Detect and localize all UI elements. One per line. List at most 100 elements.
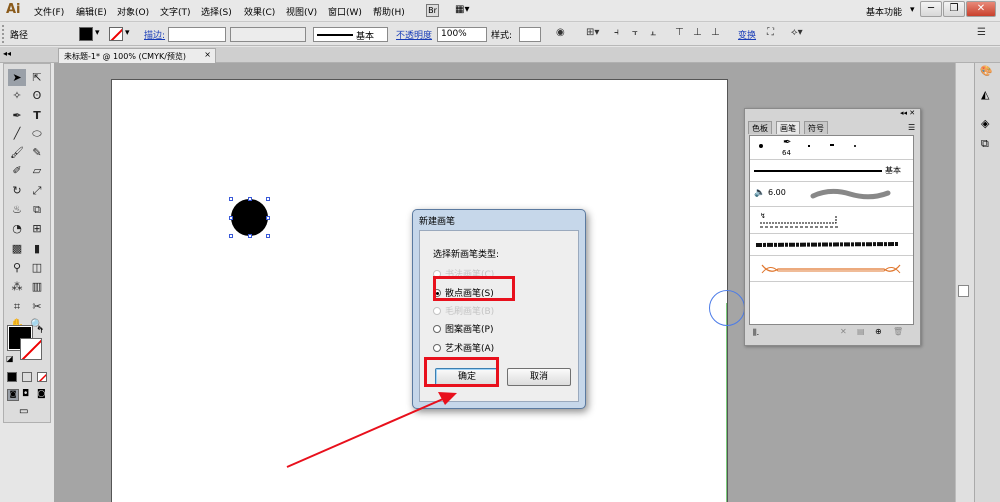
options-icon[interactable]: ▤ bbox=[857, 327, 865, 336]
art-brush-row[interactable]: 🔈 6.00 bbox=[750, 182, 913, 207]
chevron-down-icon[interactable]: ▾ bbox=[95, 28, 100, 38]
align-right-icon[interactable]: ⫠ bbox=[650, 27, 656, 38]
stroke-link[interactable]: 描边: bbox=[144, 28, 165, 41]
paintbrush-icon[interactable]: 🖌 bbox=[8, 144, 26, 161]
document-tab[interactable]: 未标题-1* @ 100% (CMYK/预览) × bbox=[58, 48, 216, 63]
brush-dot-icon[interactable] bbox=[830, 144, 834, 146]
brush-dot-icon[interactable] bbox=[808, 145, 810, 147]
bridge-icon[interactable]: Br bbox=[426, 4, 439, 17]
selection-handle[interactable] bbox=[229, 216, 233, 220]
draw-inside-icon[interactable]: ◙ bbox=[37, 389, 46, 399]
eyedropper-icon[interactable]: ⚲ bbox=[8, 259, 26, 276]
draw-normal-icon[interactable]: ◙ bbox=[7, 389, 19, 401]
pattern-brush-option[interactable]: 图案画笔(P) bbox=[433, 322, 493, 335]
tab-swatches[interactable]: 色板 bbox=[748, 121, 772, 134]
basic-brush-row[interactable]: 基本 bbox=[750, 160, 913, 182]
align-selection-icon[interactable]: ⊞▾ bbox=[586, 27, 599, 38]
selected-circle-shape[interactable] bbox=[231, 199, 268, 236]
isolate-icon[interactable]: ⛶ bbox=[767, 27, 774, 38]
restore-icon[interactable]: ❐ bbox=[943, 1, 965, 17]
selection-arrow-icon[interactable]: ➤ bbox=[8, 69, 26, 86]
transform-link[interactable]: 变换 bbox=[738, 28, 756, 41]
artboard-icon[interactable]: ⌗ bbox=[8, 298, 26, 315]
selection-handle[interactable] bbox=[229, 197, 233, 201]
blob-brush-icon[interactable]: ✐ bbox=[8, 162, 26, 179]
fill-swatch[interactable] bbox=[79, 27, 93, 41]
chevron-down-icon[interactable]: ▾ bbox=[125, 28, 130, 38]
brush-definition-select[interactable]: 基本 bbox=[313, 27, 388, 42]
remove-stroke-icon[interactable]: ✕ bbox=[840, 327, 847, 336]
mesh-icon[interactable]: ▩ bbox=[8, 240, 26, 257]
tab-brushes[interactable]: 画笔 bbox=[776, 121, 800, 134]
gradient-icon[interactable]: ▮ bbox=[28, 240, 46, 257]
color-guide-icon[interactable]: ◭ bbox=[981, 88, 989, 101]
free-transform-icon[interactable]: ⧉ bbox=[28, 201, 46, 218]
stroke-swatch[interactable] bbox=[109, 27, 123, 41]
radio-icon[interactable] bbox=[433, 344, 441, 352]
radio-icon[interactable] bbox=[433, 325, 441, 333]
symbol-sprayer-icon[interactable]: ⁂ bbox=[8, 278, 26, 295]
brush-stroke-icon[interactable]: ✒ bbox=[783, 137, 791, 148]
draw-behind-icon[interactable]: ◘ bbox=[22, 389, 29, 399]
warp-icon[interactable]: ♨ bbox=[8, 201, 26, 218]
none-mode-icon[interactable] bbox=[37, 372, 47, 382]
color-mode-icon[interactable] bbox=[7, 372, 17, 382]
make-envelope-icon[interactable]: ⟡▾ bbox=[791, 27, 803, 38]
brush-dot-icon[interactable] bbox=[759, 144, 763, 148]
opacity-link[interactable]: 不透明度 bbox=[396, 28, 432, 41]
menu-view[interactable]: 视图(V) bbox=[286, 5, 317, 18]
menu-help[interactable]: 帮助(H) bbox=[373, 5, 405, 18]
ellipse-icon[interactable]: ⬭ bbox=[28, 125, 46, 142]
variable-width-select[interactable] bbox=[230, 27, 306, 42]
default-colors-icon[interactable]: ◪ bbox=[6, 354, 14, 363]
eraser-icon[interactable]: ▱ bbox=[28, 162, 46, 179]
align-center-icon[interactable]: ⫟ bbox=[632, 27, 638, 38]
delete-brush-icon[interactable]: 🗑 bbox=[893, 327, 903, 336]
cancel-button[interactable]: 取消 bbox=[507, 368, 571, 386]
swap-colors-icon[interactable]: ↰ bbox=[36, 326, 44, 336]
selection-handle[interactable] bbox=[248, 197, 252, 201]
menu-file[interactable]: 文件(F) bbox=[34, 5, 64, 18]
menu-select[interactable]: 选择(S) bbox=[201, 5, 232, 18]
gradient-mode-icon[interactable] bbox=[22, 372, 32, 382]
chevron-down-icon[interactable]: ▾ bbox=[910, 5, 915, 15]
art-brush-option[interactable]: 艺术画笔(A) bbox=[433, 341, 494, 354]
workspace-switcher[interactable]: 基本功能 bbox=[866, 5, 902, 18]
selection-handle[interactable] bbox=[266, 216, 270, 220]
close-icon[interactable]: × bbox=[204, 50, 211, 59]
line-icon[interactable]: ╱ bbox=[8, 125, 26, 142]
lasso-icon[interactable]: ʘ bbox=[28, 87, 46, 104]
align-top-icon[interactable]: ⊤ bbox=[675, 27, 684, 38]
align-bottom-icon[interactable]: ⊥ bbox=[711, 27, 720, 38]
type-icon[interactable]: T bbox=[28, 107, 46, 124]
recolor-icon[interactable]: ◉ bbox=[556, 27, 565, 38]
selection-handle[interactable] bbox=[266, 234, 270, 238]
perspective-grid-icon[interactable]: ⊞ bbox=[28, 220, 46, 237]
align-middle-icon[interactable]: ⊥ bbox=[693, 27, 702, 38]
blend-icon[interactable]: ◫ bbox=[28, 259, 46, 276]
panel-menu-icon[interactable]: ☰ bbox=[977, 27, 986, 38]
brush-libraries-icon[interactable]: ⫼. bbox=[753, 328, 759, 338]
rotate-icon[interactable]: ↻ bbox=[8, 182, 26, 199]
calligraphic-brush-row[interactable]: ✒ 64 bbox=[750, 136, 913, 160]
artboards-icon[interactable]: ⧉ bbox=[981, 137, 989, 151]
layers-icon[interactable]: ◈ bbox=[981, 117, 989, 130]
collapse-icon[interactable]: ◂◂ bbox=[3, 49, 11, 58]
magic-wand-icon[interactable]: ✧ bbox=[8, 87, 26, 104]
screen-mode-icon[interactable]: ▭ bbox=[19, 406, 28, 417]
arrange-documents-icon[interactable]: ▦▾ bbox=[455, 4, 469, 15]
menu-edit[interactable]: 编辑(E) bbox=[76, 5, 107, 18]
close-window-icon[interactable]: ✕ bbox=[966, 1, 996, 17]
menu-object[interactable]: 对象(O) bbox=[117, 5, 149, 18]
bristle-brush-row[interactable] bbox=[750, 234, 913, 256]
slice-icon[interactable]: ✂ bbox=[28, 298, 46, 315]
selection-handle[interactable] bbox=[266, 197, 270, 201]
minimize-icon[interactable]: ─ bbox=[920, 1, 942, 17]
align-left-icon[interactable]: ⫞ bbox=[614, 27, 619, 38]
scale-icon[interactable]: ⤢ bbox=[28, 182, 46, 199]
pen-icon[interactable]: ✒ bbox=[8, 107, 26, 124]
selection-handle[interactable] bbox=[229, 234, 233, 238]
decorative-brush-row[interactable] bbox=[750, 256, 913, 282]
scrollbar-thumb[interactable] bbox=[958, 285, 969, 297]
pattern-brush-row[interactable]: ↯ bbox=[750, 207, 913, 234]
